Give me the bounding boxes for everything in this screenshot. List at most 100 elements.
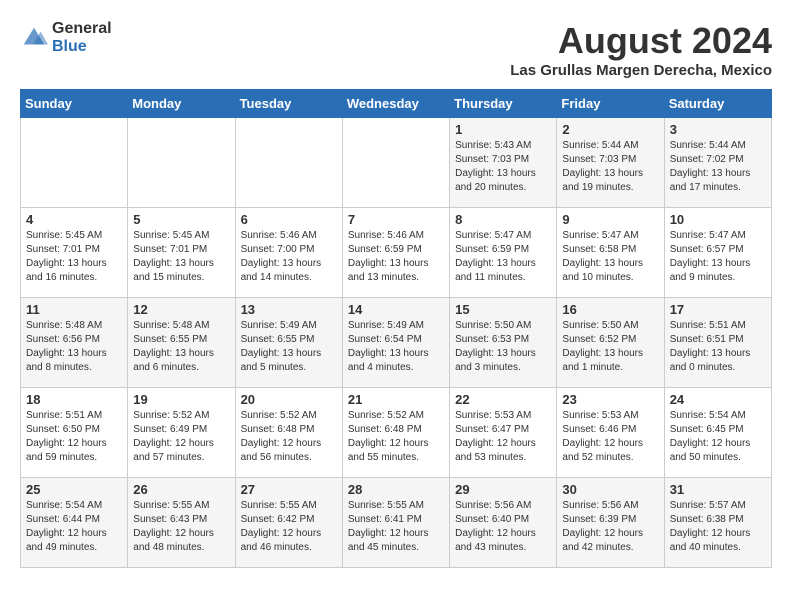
weekday-header-sunday: Sunday [21, 90, 128, 118]
calendar-cell: 9 Sunrise: 5:47 AM Sunset: 6:58 PM Daylig… [557, 208, 664, 298]
calendar-cell: 24 Sunrise: 5:54 AM Sunset: 6:45 PM Dayli… [664, 388, 771, 478]
calendar-cell: 3 Sunrise: 5:44 AM Sunset: 7:02 PM Daylig… [664, 118, 771, 208]
day-number: 18 [26, 392, 122, 407]
calendar-cell: 8Sunrise: 5:47 AM Sunset: 6:59 PM Daylig… [450, 208, 557, 298]
day-number: 23 [562, 392, 658, 407]
day-info: Sunrise: 5:48 AM Sunset: 6:55 PM Dayligh… [133, 319, 229, 375]
calendar-week-row: 4 Sunrise: 5:45 AM Sunset: 7:01 PM Daylig… [21, 208, 772, 298]
day-info: Sunrise: 5:57 AM Sunset: 6:38 PM Dayligh… [670, 499, 766, 555]
calendar-cell: 14Sunrise: 5:49 AM Sunset: 6:54 PM Dayli… [342, 298, 449, 388]
day-info: Sunrise: 5:47 AM Sunset: 6:57 PM Dayligh… [670, 229, 766, 285]
day-number: 29 [455, 482, 551, 497]
day-info: Sunrise: 5:50 AM Sunset: 6:52 PM Dayligh… [562, 319, 658, 375]
weekday-header-monday: Monday [128, 90, 235, 118]
day-number: 24 [670, 392, 766, 407]
day-info: Sunrise: 5:43 AM Sunset: 7:03 PM Dayligh… [455, 139, 551, 195]
day-info: Sunrise: 5:52 AM Sunset: 6:48 PM Dayligh… [241, 409, 337, 465]
calendar-cell: 17 Sunrise: 5:51 AM Sunset: 6:51 PM Dayli… [664, 298, 771, 388]
day-info: Sunrise: 5:53 AM Sunset: 6:47 PM Dayligh… [455, 409, 551, 465]
day-info: Sunrise: 5:56 AM Sunset: 6:39 PM Dayligh… [562, 499, 658, 555]
day-info: Sunrise: 5:44 AM Sunset: 7:02 PM Dayligh… [670, 139, 766, 195]
day-number: 28 [348, 482, 444, 497]
calendar-cell [21, 118, 128, 208]
weekday-header-wednesday: Wednesday [342, 90, 449, 118]
day-number: 13 [241, 302, 337, 317]
day-info: Sunrise: 5:51 AM Sunset: 6:51 PM Dayligh… [670, 319, 766, 375]
day-number: 20 [241, 392, 337, 407]
calendar-cell: 12 Sunrise: 5:48 AM Sunset: 6:55 PM Dayli… [128, 298, 235, 388]
calendar-cell: 4 Sunrise: 5:45 AM Sunset: 7:01 PM Daylig… [21, 208, 128, 298]
day-info: Sunrise: 5:46 AM Sunset: 6:59 PM Dayligh… [348, 229, 444, 285]
day-info: Sunrise: 5:55 AM Sunset: 6:41 PM Dayligh… [348, 499, 444, 555]
day-number: 11 [26, 302, 122, 317]
calendar-week-row: 11Sunrise: 5:48 AM Sunset: 6:56 PM Dayli… [21, 298, 772, 388]
calendar-cell: 28 Sunrise: 5:55 AM Sunset: 6:41 PM Dayli… [342, 478, 449, 568]
calendar-cell: 31 Sunrise: 5:57 AM Sunset: 6:38 PM Dayli… [664, 478, 771, 568]
calendar-cell: 19 Sunrise: 5:52 AM Sunset: 6:49 PM Dayli… [128, 388, 235, 478]
day-info: Sunrise: 5:45 AM Sunset: 7:01 PM Dayligh… [26, 229, 122, 285]
logo-icon [20, 24, 48, 52]
day-info: Sunrise: 5:55 AM Sunset: 6:42 PM Dayligh… [241, 499, 337, 555]
calendar-cell: 18 Sunrise: 5:51 AM Sunset: 6:50 PM Dayli… [21, 388, 128, 478]
calendar-cell: 13Sunrise: 5:49 AM Sunset: 6:55 PM Dayli… [235, 298, 342, 388]
day-info: Sunrise: 5:54 AM Sunset: 6:44 PM Dayligh… [26, 499, 122, 555]
calendar-cell: 27Sunrise: 5:55 AM Sunset: 6:42 PM Dayli… [235, 478, 342, 568]
day-number: 8 [455, 212, 551, 227]
day-number: 3 [670, 122, 766, 137]
day-info: Sunrise: 5:52 AM Sunset: 6:48 PM Dayligh… [348, 409, 444, 465]
day-number: 4 [26, 212, 122, 227]
day-info: Sunrise: 5:46 AM Sunset: 7:00 PM Dayligh… [241, 229, 337, 285]
weekday-header-row: SundayMondayTuesdayWednesdayThursdayFrid… [21, 90, 772, 118]
day-info: Sunrise: 5:47 AM Sunset: 6:58 PM Dayligh… [562, 229, 658, 285]
day-info: Sunrise: 5:52 AM Sunset: 6:49 PM Dayligh… [133, 409, 229, 465]
day-number: 31 [670, 482, 766, 497]
day-info: Sunrise: 5:50 AM Sunset: 6:53 PM Dayligh… [455, 319, 551, 375]
day-number: 21 [348, 392, 444, 407]
calendar-week-row: 18 Sunrise: 5:51 AM Sunset: 6:50 PM Dayli… [21, 388, 772, 478]
day-number: 15 [455, 302, 551, 317]
calendar-week-row: 1 Sunrise: 5:43 AM Sunset: 7:03 PM Daylig… [21, 118, 772, 208]
day-number: 25 [26, 482, 122, 497]
day-number: 10 [670, 212, 766, 227]
calendar-cell: 6 Sunrise: 5:46 AM Sunset: 7:00 PM Daylig… [235, 208, 342, 298]
day-number: 9 [562, 212, 658, 227]
calendar-cell: 2Sunrise: 5:44 AM Sunset: 7:03 PM Daylig… [557, 118, 664, 208]
calendar-cell: 23Sunrise: 5:53 AM Sunset: 6:46 PM Dayli… [557, 388, 664, 478]
day-number: 5 [133, 212, 229, 227]
calendar-cell: 15 Sunrise: 5:50 AM Sunset: 6:53 PM Dayli… [450, 298, 557, 388]
calendar-cell: 11Sunrise: 5:48 AM Sunset: 6:56 PM Dayli… [21, 298, 128, 388]
location-subtitle: Las Grullas Margen Derecha, Mexico [510, 62, 772, 79]
day-number: 12 [133, 302, 229, 317]
logo-blue-text: Blue [52, 38, 112, 56]
day-info: Sunrise: 5:49 AM Sunset: 6:54 PM Dayligh… [348, 319, 444, 375]
day-number: 6 [241, 212, 337, 227]
day-info: Sunrise: 5:54 AM Sunset: 6:45 PM Dayligh… [670, 409, 766, 465]
weekday-header-friday: Friday [557, 90, 664, 118]
day-info: Sunrise: 5:45 AM Sunset: 7:01 PM Dayligh… [133, 229, 229, 285]
weekday-header-saturday: Saturday [664, 90, 771, 118]
month-year-title: August 2024 [510, 20, 772, 62]
calendar-cell: 20 Sunrise: 5:52 AM Sunset: 6:48 PM Dayli… [235, 388, 342, 478]
day-number: 26 [133, 482, 229, 497]
day-number: 17 [670, 302, 766, 317]
day-info: Sunrise: 5:51 AM Sunset: 6:50 PM Dayligh… [26, 409, 122, 465]
day-number: 7 [348, 212, 444, 227]
day-number: 2 [562, 122, 658, 137]
calendar-cell: 5 Sunrise: 5:45 AM Sunset: 7:01 PM Daylig… [128, 208, 235, 298]
day-number: 19 [133, 392, 229, 407]
calendar-cell [128, 118, 235, 208]
calendar-week-row: 25 Sunrise: 5:54 AM Sunset: 6:44 PM Dayli… [21, 478, 772, 568]
calendar-cell [235, 118, 342, 208]
calendar-cell: 10 Sunrise: 5:47 AM Sunset: 6:57 PM Dayli… [664, 208, 771, 298]
day-number: 1 [455, 122, 551, 137]
calendar-cell [342, 118, 449, 208]
logo-general-text: General [52, 20, 112, 38]
calendar-cell: 21 Sunrise: 5:52 AM Sunset: 6:48 PM Dayli… [342, 388, 449, 478]
calendar-cell: 29Sunrise: 5:56 AM Sunset: 6:40 PM Dayli… [450, 478, 557, 568]
calendar-cell: 25 Sunrise: 5:54 AM Sunset: 6:44 PM Dayli… [21, 478, 128, 568]
day-number: 16 [562, 302, 658, 317]
calendar-cell: 26 Sunrise: 5:55 AM Sunset: 6:43 PM Dayli… [128, 478, 235, 568]
weekday-header-thursday: Thursday [450, 90, 557, 118]
weekday-header-tuesday: Tuesday [235, 90, 342, 118]
day-info: Sunrise: 5:55 AM Sunset: 6:43 PM Dayligh… [133, 499, 229, 555]
